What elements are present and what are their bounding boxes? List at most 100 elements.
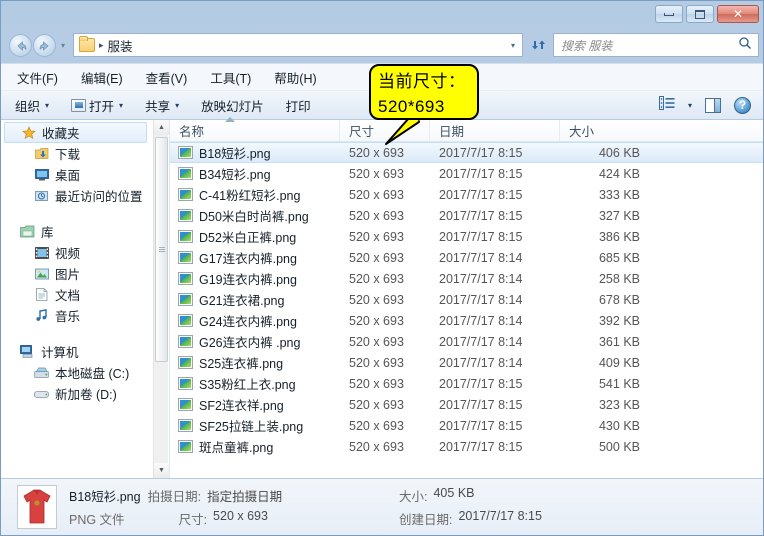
sidebar-item-pictures[interactable]: 图片	[1, 263, 153, 284]
table-row[interactable]: S25连衣裤.png 520 x 693 2017/7/17 8:14 409 KB	[170, 352, 763, 373]
navigation-pane-scrollbar[interactable]: ▲ ▼	[153, 120, 169, 478]
navigation-pane: 收藏夹 下载 桌面 最近访问的位置 库 视频 图片 文档 音乐 计算机 本地磁盘…	[1, 120, 153, 478]
minimize-button[interactable]	[655, 5, 683, 23]
breadcrumb-current-folder[interactable]: 服装	[108, 36, 133, 55]
table-row[interactable]: SF2连衣祥.png 520 x 693 2017/7/17 8:15 323 KB	[170, 394, 763, 415]
cell-name[interactable]: G26连衣内裤 .png	[170, 332, 340, 351]
cell-size: 361 KB	[598, 334, 640, 349]
cell-dimensions: 520 x 693	[349, 271, 404, 286]
slideshow-button[interactable]: 放映幻灯片	[201, 96, 264, 115]
table-row[interactable]: SF25拉链上装.png 520 x 693 2017/7/17 8:15 430 K…	[170, 415, 763, 436]
details-created-label: 创建日期:	[399, 513, 453, 527]
table-row[interactable]: G19连衣内裤.png 520 x 693 2017/7/17 8:14 258 KB	[170, 268, 763, 289]
table-row[interactable]: B34短衫.png 520 x 693 2017/7/17 8:15 424 KB	[170, 163, 763, 184]
table-row[interactable]: G24连衣内裤.png 520 x 693 2017/7/17 8:14 392 KB	[170, 310, 763, 331]
menu-item-file[interactable]: 文件(F)	[15, 66, 60, 89]
sidebar-item-local-disk-c[interactable]: 本地磁盘 (C:)	[1, 362, 153, 383]
organize-button[interactable]: 组织 ▾	[15, 96, 49, 115]
file-name-label: G21连衣裙.png	[199, 294, 285, 308]
cell-name[interactable]: D50米白时尚裤.png	[170, 206, 340, 225]
cell-name[interactable]: G24连衣内裤.png	[170, 311, 340, 330]
cell-date: 2017/7/17 8:15	[439, 208, 523, 223]
details-type-group: PNG 文件 尺寸: 520 x 693	[69, 509, 399, 528]
view-chevron-down-icon[interactable]: ▾	[688, 101, 692, 110]
column-header-date[interactable]: 日期	[430, 120, 560, 141]
cell-name[interactable]: S25连衣裤.png	[170, 353, 340, 372]
cell-name[interactable]: G21连衣裙.png	[170, 290, 340, 309]
cell-dimensions: 520 x 693	[349, 166, 404, 181]
scroll-up-arrow-icon[interactable]: ▲	[154, 120, 169, 135]
open-button[interactable]: 打开 ▾	[71, 96, 123, 115]
table-row[interactable]: G26连衣内裤 .png 520 x 693 2017/7/17 8:14 361 K…	[170, 331, 763, 352]
table-row[interactable]: 斑点童裤.png 520 x 693 2017/7/17 8:15 500 KB	[170, 436, 763, 457]
column-header-size[interactable]: 大小	[560, 120, 650, 141]
search-box[interactable]: 搜索 服装	[553, 33, 759, 57]
cell-name[interactable]: SF2连衣祥.png	[170, 395, 340, 414]
table-row[interactable]: D50米白时尚裤.png 520 x 693 2017/7/17 8:15 327 K…	[170, 205, 763, 226]
table-row[interactable]: C-41粉红短衫.png 520 x 693 2017/7/17 8:15 333 K…	[170, 184, 763, 205]
menu-item-help[interactable]: 帮助(H)	[272, 66, 318, 89]
help-icon[interactable]: ?	[734, 96, 751, 114]
details-size-label: 大小:	[399, 490, 428, 504]
png-file-icon	[178, 167, 193, 180]
breadcrumb-separator[interactable]: ▸	[99, 40, 104, 51]
cell-name[interactable]: S35粉红上衣.png	[170, 374, 340, 393]
file-name-label: B34短衫.png	[199, 168, 271, 182]
sidebar-item-libraries[interactable]: 库	[1, 221, 153, 242]
sidebar-item-favorites[interactable]: 收藏夹	[4, 122, 147, 143]
sidebar-item-desktop[interactable]: 桌面	[1, 164, 153, 185]
sidebar-item-computer[interactable]: 计算机	[1, 341, 153, 362]
file-name-label: G24连衣内裤.png	[199, 315, 297, 329]
menu-item-tools[interactable]: 工具(T)	[208, 66, 253, 89]
table-row[interactable]: G21连衣裙.png 520 x 693 2017/7/17 8:14 678 KB	[170, 289, 763, 310]
table-row[interactable]: G17连衣内裤.png 520 x 693 2017/7/17 8:14 685 KB	[170, 247, 763, 268]
scrollbar-thumb[interactable]	[155, 137, 168, 362]
cell-size: 258 KB	[598, 271, 640, 286]
sidebar-item-music[interactable]: 音乐	[1, 305, 153, 326]
cell-size: 392 KB	[598, 313, 640, 328]
drive-icon	[33, 389, 50, 399]
maximize-button[interactable]	[686, 5, 714, 23]
search-input[interactable]: 搜索 服装	[558, 37, 738, 54]
scroll-down-arrow-icon[interactable]: ▼	[154, 463, 169, 478]
address-bar[interactable]: ▸ 服装 ▾	[73, 33, 523, 57]
forward-button[interactable]	[33, 34, 56, 57]
cell-name[interactable]: SF25拉链上装.png	[170, 416, 340, 435]
explorer-body: 收藏夹 下载 桌面 最近访问的位置 库 视频 图片 文档 音乐 计算机 本地磁盘…	[1, 117, 763, 478]
menu-item-view[interactable]: 查看(V)	[144, 66, 190, 89]
file-name-label: C-41粉红短衫.png	[199, 189, 301, 203]
refresh-button[interactable]	[528, 35, 548, 55]
downloads-icon	[33, 147, 50, 160]
view-list-icon[interactable]	[658, 95, 675, 115]
file-name-label: S25连衣裤.png	[199, 357, 284, 371]
cell-name[interactable]: G17连衣内裤.png	[170, 248, 340, 267]
column-header-name[interactable]: 名称	[170, 117, 340, 141]
sidebar-item-downloads[interactable]: 下载	[1, 143, 153, 164]
close-button[interactable]: ✕	[717, 5, 759, 23]
preview-pane-icon[interactable]	[705, 97, 721, 113]
table-row[interactable]: D52米白正裤.png 520 x 693 2017/7/17 8:15 386 KB	[170, 226, 763, 247]
print-button[interactable]: 打印	[286, 96, 311, 115]
sidebar-item-label: 文档	[55, 289, 81, 303]
address-dropdown-caret[interactable]: ▾	[511, 41, 520, 50]
share-button[interactable]: 共享 ▾	[145, 96, 179, 115]
back-button[interactable]	[9, 34, 32, 57]
cell-name[interactable]: G19连衣内裤.png	[170, 269, 340, 288]
cell-name[interactable]: 斑点童裤.png	[170, 437, 340, 456]
cell-name[interactable]: B18短衫.png	[170, 143, 340, 162]
table-row[interactable]: B18短衫.png 520 x 693 2017/7/17 8:15 406 KB	[170, 142, 763, 163]
history-dropdown-button[interactable]: ▾	[61, 41, 65, 50]
cell-name[interactable]: D52米白正裤.png	[170, 227, 340, 246]
cell-dimensions: 520 x 693	[349, 397, 404, 412]
details-created-group: 创建日期: 2017/7/17 8:15	[399, 509, 542, 528]
cell-name[interactable]: B34短衫.png	[170, 164, 340, 183]
sidebar-item-videos[interactable]: 视频	[1, 242, 153, 263]
details-row-bottom: PNG 文件 尺寸: 520 x 693 创建日期: 2017/7/17 8:1…	[69, 509, 542, 528]
sidebar-item-documents[interactable]: 文档	[1, 284, 153, 305]
sidebar-item-recent-places[interactable]: 最近访问的位置	[1, 185, 153, 206]
computer-icon	[19, 345, 36, 358]
menu-item-edit[interactable]: 编辑(E)	[79, 66, 125, 89]
table-row[interactable]: S35粉红上衣.png 520 x 693 2017/7/17 8:15 541 KB	[170, 373, 763, 394]
cell-name[interactable]: C-41粉红短衫.png	[170, 185, 340, 204]
sidebar-item-new-volume-d[interactable]: 新加卷 (D:)	[1, 383, 153, 404]
